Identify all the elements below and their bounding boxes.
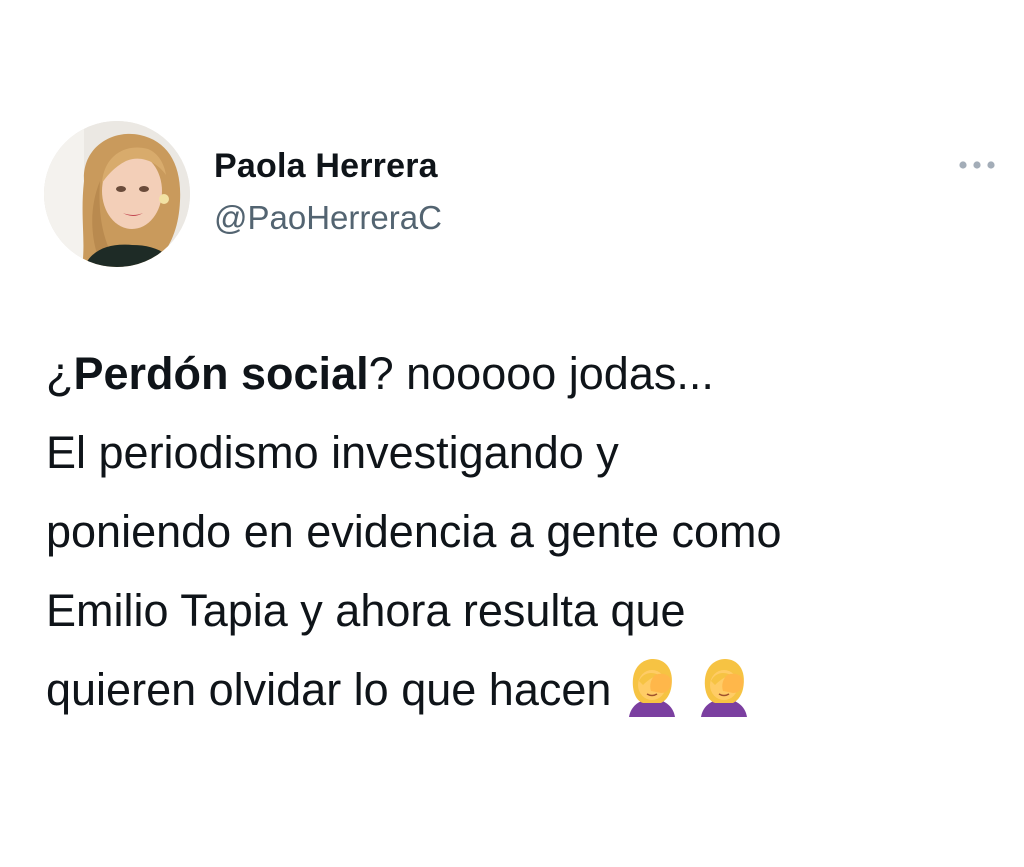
profile-photo-icon xyxy=(44,121,190,267)
more-horizontal-icon xyxy=(959,161,995,169)
bold-phrase: Perdón social xyxy=(73,348,369,399)
author-handle[interactable]: @PaoHerreraC xyxy=(214,198,442,238)
woman-facepalming-emoji-icon xyxy=(693,655,755,717)
tweet-card: Paola Herrera @PaoHerreraC ¿Perdón socia… xyxy=(0,0,1024,867)
woman-facepalming-emoji-icon xyxy=(621,655,683,717)
more-options-button[interactable] xyxy=(954,150,1000,180)
author-display-name[interactable]: Paola Herrera xyxy=(214,146,438,186)
tweet-line: poniendo en evidencia a gente como xyxy=(46,506,782,557)
inverted-question-mark: ¿ xyxy=(46,348,74,399)
tweet-line: Emilio Tapia y ahora resulta que xyxy=(46,585,686,636)
tweet-text: ¿Perdón social? nooooo jodas... El perio… xyxy=(46,334,1011,729)
tweet-line-text: quieren olvidar lo que hacen xyxy=(46,664,612,715)
tweet-line: ¿Perdón social? nooooo jodas... xyxy=(46,334,1011,413)
tweet-line: El periodismo investigando y xyxy=(46,427,619,478)
tweet-line: quieren olvidar lo que hacen xyxy=(46,650,1011,729)
tweet-line-rest: ? nooooo jodas... xyxy=(368,348,714,399)
avatar[interactable] xyxy=(44,121,190,267)
